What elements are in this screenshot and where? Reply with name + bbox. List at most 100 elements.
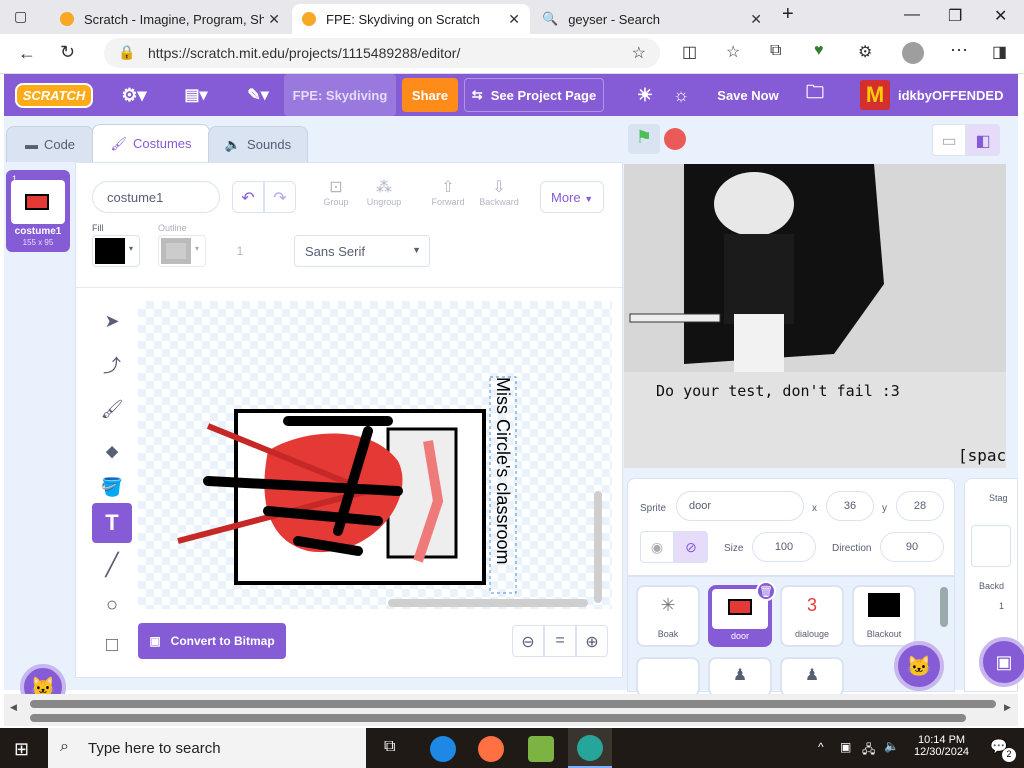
fill-color-picker[interactable]: ▾ [92,235,140,267]
close-tab-icon[interactable]: ✕ [750,11,762,28]
sprite-tile[interactable]: ♟ [780,657,844,697]
outline-color-picker[interactable]: ▾ [158,235,206,267]
refresh-icon[interactable]: ↻ [60,42,75,63]
task-view-icon[interactable]: ⧉ [384,738,395,756]
horizontal-scrollbar-thumb-2[interactable] [30,714,966,722]
more-menu-icon[interactable]: ⋯ [950,40,968,61]
backward-button[interactable]: ⇩ Backward [474,177,524,207]
my-stuff-folder-icon[interactable]: 🗀 [800,74,830,116]
browser-tab-search[interactable]: 🔍 geyser - Search ✕ [532,4,772,34]
windows-start-icon[interactable]: ⊞ [14,739,29,760]
costume-item[interactable]: 1 costume1 155 x 95 [6,170,70,252]
brush-tool-icon[interactable]: 🖌 [92,389,132,429]
save-now-button[interactable]: Save Now [708,74,788,116]
circle-tool-icon[interactable]: ○ [92,585,132,625]
reshape-tool-icon[interactable]: ⤴ [92,345,132,385]
edge-icon[interactable] [430,736,456,762]
paint-canvas[interactable]: Miss Circle's classroom [138,301,612,609]
show-sprite-eye-icon[interactable]: ◉ [640,531,674,563]
sidebar-icon[interactable]: ◨ [992,42,1007,62]
tab-actions-icon[interactable]: ▢ [14,8,27,25]
text-tool-icon[interactable]: T [92,503,132,543]
close-tab-icon[interactable]: ✕ [508,11,520,28]
redo-button[interactable]: ↷ [264,181,296,213]
sprite-tile[interactable]: 3 dialouge [780,585,844,647]
scratch-logo[interactable]: SCRATCH [14,74,94,116]
edge-beta-taskbar-button[interactable] [568,728,612,768]
url-field[interactable]: 🔒 https://scratch.mit.edu/projects/11154… [104,38,660,68]
direction-input[interactable]: 90 [880,532,944,562]
choose-backdrop-button[interactable]: ▣ [979,637,1024,687]
sprite-list-scrollbar[interactable] [940,587,948,627]
tab-sounds[interactable]: 🔈 Sounds [208,126,308,162]
browser-tab-scratch-home[interactable]: Scratch - Imagine, Program, Share ✕ [50,4,290,34]
new-tab-icon[interactable]: + [782,3,794,26]
close-tab-icon[interactable]: ✕ [268,11,280,28]
meet-now-icon[interactable]: ▣ [840,740,851,754]
browser-tab-project[interactable]: FPE: Skydiving on Scratch ✕ [292,4,530,34]
canvas-horizontal-scrollbar[interactable] [388,599,588,607]
size-input[interactable]: 100 [752,532,816,562]
theme-icon[interactable]: ☀ [630,74,660,116]
debug-icon[interactable]: ☼ [666,74,696,116]
account-menu[interactable]: M idkbyOFFENDED [860,74,1020,116]
browser-essentials-icon[interactable]: ♥ [814,42,824,60]
font-dropdown[interactable]: Sans Serif ▼ [294,235,430,267]
eraser-tool-icon[interactable]: ⬥ [92,431,132,471]
scroll-right-icon[interactable]: ▶ [1004,702,1011,713]
minimize-icon[interactable]: — [904,6,920,24]
undo-button[interactable]: ↶ [232,181,264,213]
extensions-icon[interactable]: ⚙ [858,42,872,62]
close-window-icon[interactable]: ✕ [994,6,1007,26]
stage-canvas[interactable]: Do your test, don't fail :3 [space [624,164,1006,468]
tab-costumes[interactable]: 🖌 Costumes [92,124,210,162]
stop-icon[interactable] [664,128,686,150]
convert-to-bitmap-button[interactable]: ▣ Convert to Bitmap [138,623,286,659]
volume-icon[interactable]: 🔈 [884,739,899,753]
tab-code[interactable]: ▬ Code [6,126,94,162]
profile-avatar[interactable] [902,42,924,64]
clock[interactable]: 10:14 PM 12/30/2024 [914,734,969,758]
hide-sprite-icon[interactable]: ⊘ [674,531,708,563]
ungroup-button[interactable]: ⁂ Ungroup [362,177,406,207]
restore-icon[interactable]: ❐ [948,6,962,26]
canvas-text[interactable]: Miss Circle's classroom [492,377,514,593]
tray-overflow-icon[interactable]: ^ [818,740,824,754]
sprite-tile[interactable] [636,657,700,697]
sprite-tile-selected[interactable]: door 🗑 [708,581,776,647]
line-tool-icon[interactable]: ╱ [92,545,132,585]
green-flag-icon[interactable]: ⚑ [628,124,660,154]
file-menu-icon[interactable]: ▤▾ [178,74,214,116]
more-dropdown[interactable]: More ▼ [540,181,604,213]
canvas-vertical-scrollbar[interactable] [594,491,602,603]
settings-gear-icon[interactable]: ⚙▾ [116,74,152,116]
network-icon[interactable]: 🖧 [862,740,875,761]
sprite-name-input[interactable]: door [676,491,804,521]
sprite-tile[interactable]: ✳ Boak [636,585,700,647]
zoom-reset-icon[interactable]: = [544,625,576,657]
split-screen-icon[interactable]: ◫ [682,42,697,62]
firefox-icon[interactable] [478,736,504,762]
rectangle-tool-icon[interactable]: □ [92,625,132,665]
edit-menu-icon[interactable]: ✎▾ [240,74,276,116]
back-icon[interactable]: ← [18,43,36,64]
delete-sprite-icon[interactable]: 🗑 [756,581,776,601]
project-title-field[interactable]: FPE: Skydiving [284,74,396,116]
collections-icon[interactable]: ⧉ [770,42,781,60]
small-stage-icon[interactable]: ▭ [932,124,966,156]
fill-bucket-tool-icon[interactable]: 🪣 [92,467,132,507]
outline-width-input[interactable]: 1 [216,235,264,267]
scroll-left-icon[interactable]: ◀ [10,702,17,713]
forward-button[interactable]: ⇧ Forward [426,177,470,207]
share-button[interactable]: Share [402,78,458,112]
see-project-page-button[interactable]: ⇆ See Project Page [464,78,604,112]
sprite-tile[interactable]: Blackout [852,585,916,647]
favorites-icon[interactable]: ☆ [726,42,740,62]
stage-target-panel[interactable]: Stag Backd 1 ▣ [964,478,1024,692]
y-input[interactable]: 28 [896,491,944,521]
sprite-tile[interactable]: ♟ [708,657,772,697]
x-input[interactable]: 36 [826,491,874,521]
horizontal-scrollbar-thumb[interactable] [30,700,996,708]
taskbar-search-box[interactable]: ⌕ Type here to search [48,728,366,768]
large-stage-icon[interactable]: ◧ [966,124,1000,156]
